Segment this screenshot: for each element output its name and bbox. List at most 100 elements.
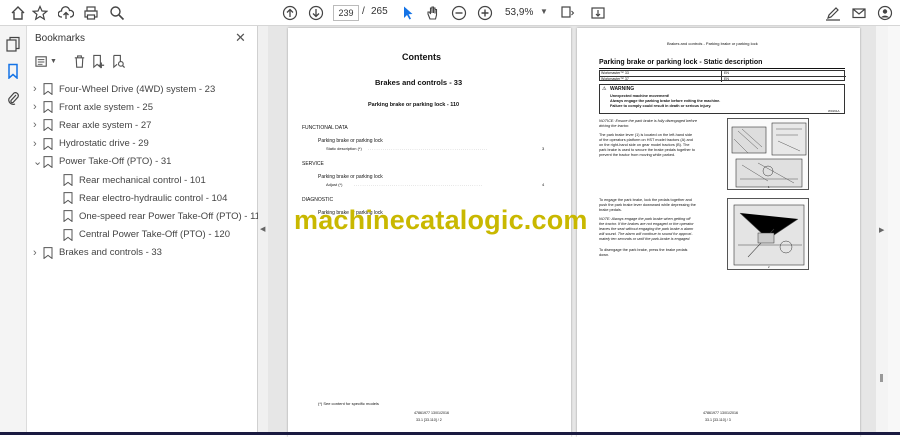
diagnostic-label: DIAGNOSTIC [302, 197, 334, 203]
bookmark-icon [43, 137, 53, 150]
print-icon[interactable] [82, 4, 100, 22]
chevron-right-icon[interactable]: › [33, 138, 43, 150]
warning-triangle-icon: ⚠ [602, 86, 607, 92]
figure-2: 2 [727, 198, 809, 270]
bookmark-item[interactable]: › Four-Wheel Drive (4WD) system - 23 [33, 80, 215, 98]
chevron-right-icon[interactable]: › [33, 247, 43, 259]
main-toolbar: 239 / 265 53,9% ▼ [0, 0, 900, 26]
bookmark-item[interactable]: Central Power Take-Off (PTO) - 120 [53, 226, 230, 244]
attachments-icon[interactable] [5, 90, 21, 106]
chevron-down-icon[interactable]: ⌄ [33, 156, 43, 167]
page-fit-icon[interactable] [558, 4, 576, 22]
title-rule [599, 68, 845, 69]
func-item: Parking brake or parking lock [318, 138, 383, 144]
delete-icon[interactable] [72, 54, 88, 70]
functional-data-label: FUNCTIONAL DATA [302, 125, 348, 131]
func-sub: Static description (*) [326, 146, 362, 151]
chevron-right-icon[interactable]: › [33, 83, 43, 95]
panel-title: Bookmarks [35, 33, 86, 44]
service-label: SERVICE [302, 161, 324, 167]
bookmark-icon [43, 246, 53, 260]
bookmark-item[interactable]: › Hydrostatic drive - 29 [33, 135, 149, 153]
bookmark-icon [43, 101, 53, 114]
section-title: Brakes and controls - 33 [375, 78, 463, 87]
page-number-input[interactable]: 239 [333, 5, 359, 21]
expand-arrow-icon[interactable]: ▶ [879, 226, 884, 234]
page-title: Parking brake or parking lock - Static d… [599, 59, 763, 66]
bookmark-icon [63, 192, 73, 205]
footer-page: 33.1 [33.110] / 3 [705, 418, 731, 422]
chevron-down-icon[interactable]: ▼ [50, 58, 66, 74]
bookmark-icon [43, 119, 53, 132]
dot-leader: ........................................… [368, 146, 489, 151]
dot-leader: ........................................… [354, 182, 483, 187]
bookmark-label: Rear electro-hydraulic control - 104 [79, 192, 228, 204]
new-bookmark-icon[interactable] [91, 54, 107, 70]
bookmarks-icon[interactable] [5, 63, 21, 80]
bookmark-item[interactable]: › Brakes and controls - 33 [33, 244, 162, 262]
bookmark-item[interactable]: › Rear axle system - 27 [33, 116, 151, 134]
bookmark-item[interactable]: Rear mechanical control - 101 [53, 171, 206, 189]
page-up-icon[interactable] [281, 4, 299, 22]
navigation-rail [0, 26, 27, 435]
page-thumbnails-icon[interactable] [5, 36, 21, 52]
zoom-in-icon[interactable] [476, 4, 494, 22]
bookmark-item[interactable]: Rear electro-hydraulic control - 104 [53, 189, 227, 207]
figure-1: 1 [727, 118, 809, 190]
bookmark-label: Rear mechanical control - 101 [79, 174, 206, 186]
account-icon[interactable] [876, 4, 894, 22]
bookmark-label: Four-Wheel Drive (4WD) system - 23 [59, 83, 216, 95]
bookmarks-panel: Bookmarks ✕ ▼ › Four-Wheel Drive (4WD) sy… [27, 26, 265, 435]
chevron-down-icon[interactable]: ▼ [540, 7, 548, 16]
contents-heading: Contents [402, 52, 441, 62]
running-header: Brakes and controls - Parking brake or p… [667, 41, 758, 46]
page-right: Brakes and controls - Parking brake or p… [577, 28, 860, 437]
page-down-icon[interactable] [307, 4, 325, 22]
footnote: (*) See content for specific models [318, 401, 379, 406]
func-page: 3 [542, 146, 545, 151]
bookmark-icon [43, 83, 53, 96]
collapse-arrow-icon[interactable]: ◀ [260, 225, 265, 233]
bookmark-item[interactable]: ⌄ Power Take-Off (PTO) - 31 [33, 153, 171, 171]
bookmark-label: One-speed rear Power Take-Off (PTO) - 11… [79, 210, 266, 222]
bookmark-icon [63, 228, 73, 241]
scroll-mode-icon[interactable] [589, 4, 607, 22]
bookmark-item[interactable]: One-speed rear Power Take-Off (PTO) - 11… [53, 207, 265, 225]
sign-pen-icon[interactable] [824, 4, 842, 22]
bookmark-item[interactable]: › Front axle system - 25 [33, 98, 153, 116]
bookmark-label: Brakes and controls - 33 [59, 247, 162, 259]
cloud-upload-icon[interactable] [57, 4, 75, 22]
chevron-right-icon[interactable]: › [33, 119, 43, 131]
page-total: 265 [371, 6, 388, 17]
watermark: machinecatalogic.com [294, 205, 588, 235]
zoom-out-icon[interactable] [450, 4, 468, 22]
model-table: Workmaster™ 33 EN Workmaster™ 37 EN [599, 70, 846, 82]
bookmark-icon [43, 155, 53, 169]
home-icon[interactable] [9, 4, 27, 22]
serv-page: 4 [542, 182, 545, 187]
close-icon[interactable]: ✕ [235, 30, 246, 46]
scrollbar-thumb[interactable] [880, 374, 883, 382]
options-menu-icon[interactable] [35, 54, 51, 70]
star-bookmark-icon[interactable] [31, 4, 49, 22]
page-separator: / [362, 6, 365, 17]
bookmark-icon [63, 174, 73, 187]
vertical-scrollbar[interactable]: ▶ [876, 26, 888, 435]
find-bookmark-icon[interactable] [111, 54, 127, 70]
bookmark-label: Power Take-Off (PTO) - 31 [59, 156, 172, 168]
right-pane-strip [888, 26, 900, 435]
mail-icon[interactable] [850, 4, 868, 22]
footer-doc-id: 47861977 13/01/2016 [414, 411, 449, 415]
warning-box: ⚠ WARNING Unexpected machine movement! A… [599, 84, 845, 114]
hand-tool-icon[interactable] [424, 4, 442, 22]
select-cursor-icon[interactable] [399, 4, 417, 22]
footer-page: 33.1 [33.110] / 2 [416, 418, 442, 422]
bookmark-icon [63, 210, 73, 223]
search-icon[interactable] [108, 4, 126, 22]
chevron-right-icon[interactable]: › [33, 101, 43, 113]
bookmark-label: Rear axle system - 27 [59, 119, 152, 131]
bookmark-label: Front axle system - 25 [59, 101, 153, 113]
subsection-title: Parking brake or parking lock - 110 [368, 102, 460, 108]
serv-item: Parking brake or parking lock [318, 174, 383, 180]
footer-doc-id: 47861977 13/01/2016 [703, 411, 738, 415]
